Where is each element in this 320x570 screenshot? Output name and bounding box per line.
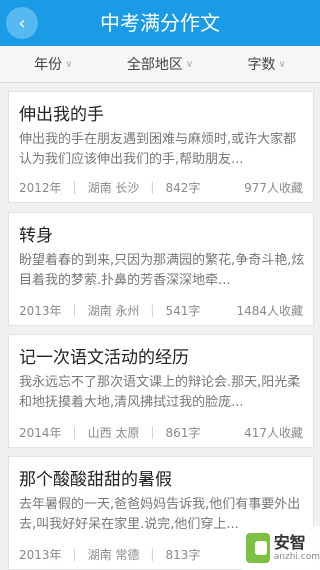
essay-year: 2012年 [19,180,62,195]
essay-meta: 2013年 | 湖南 永州 | 541字 1484人收藏 [19,301,303,319]
essay-favorites: 977人收藏 [244,180,303,195]
app-header: 中考满分作文 ‹ [0,0,320,46]
essay-excerpt: 伸出我的手在朋友遇到困难与麻烦时,或许大家都认为我们应该伸出我们的手,帮助朋友.… [19,132,297,167]
divider: | [150,180,155,194]
divider: | [150,303,155,317]
essay-word-count: 861字 [165,425,201,440]
essay-card[interactable]: 记一次语文活动的经历 我永远忘不了那次语文课上的辩论会.那天,阳光柔和地抚摸着大… [8,334,314,448]
essay-favorites: 417人收藏 [244,425,303,440]
essay-year: 2014年 [19,425,62,440]
divider: | [72,425,77,439]
essay-word-count: 842字 [165,180,201,195]
filter-region-label: 全部地区 [126,57,183,73]
chevron-down-icon: ∨ [278,58,286,70]
divider: | [150,547,155,561]
essay-year: 2013年 [19,303,62,318]
essay-favorites: 1484人收藏 [236,303,303,318]
watermark-text: 安智 anzhi.com [273,533,320,563]
chevron-left-icon: ‹ [18,12,26,34]
chevron-down-icon: ∨ [185,58,194,70]
watermark-domain: anzhi.com [273,552,320,562]
essay-title: 那个酸酸甜甜的暑假 [19,470,172,490]
filter-bar: 年份 ∨ 全部地区 ∨ 字数 ∨ [0,46,320,83]
essay-word-count: 813字 [165,547,201,562]
essay-excerpt: 我永远忘不了那次语文课上的辩论会.那天,阳光柔和地抚摸着大地,清风拂拭过我的脸庞… [19,375,301,410]
divider: | [72,180,77,194]
divider: | [72,303,77,317]
essay-region: 湖南 长沙 [87,180,140,195]
essay-title: 伸出我的手 [19,105,104,125]
essay-region: 湖南 永州 [87,303,140,318]
filter-year[interactable]: 年份 ∨ [0,46,107,82]
essay-card[interactable]: 转身 盼望着春的到来,只因为那满园的繁花,争奇斗艳,炫目着我的梦萦.扑鼻的芳香深… [8,212,314,326]
android-logo-icon [246,533,270,563]
divider: | [72,547,77,561]
chevron-down-icon: ∨ [65,58,73,70]
essay-year: 2013年 [19,547,62,562]
essay-region: 湖南 常德 [87,547,140,562]
essay-meta: 2012年 | 湖南 长沙 | 842字 977人收藏 [19,178,303,196]
essay-meta: 2014年 | 山西 太原 | 861字 417人收藏 [19,423,303,441]
essay-word-count: 541字 [165,303,201,318]
filter-region[interactable]: 全部地区 ∨ [107,46,214,82]
filter-wordcount[interactable]: 字数 ∨ [213,46,320,82]
filter-wordcount-label: 字数 [247,57,276,73]
page-title: 中考满分作文 [100,11,220,35]
essay-card[interactable]: 伸出我的手 伸出我的手在朋友遇到困难与麻烦时,或许大家都认为我们应该伸出我们的手… [8,91,314,203]
essay-title: 记一次语文活动的经历 [19,348,189,368]
anzhi-watermark: 安智 anzhi.com [242,526,320,570]
back-button[interactable]: ‹ [6,7,38,39]
divider: | [150,425,155,439]
essay-region: 山西 太原 [87,425,140,440]
watermark-name: 安智 [273,533,306,552]
essay-excerpt: 盼望着春的到来,只因为那满园的繁花,争奇斗艳,炫目着我的梦萦.扑鼻的芳香深深地牵… [19,253,305,288]
filter-year-label: 年份 [34,57,63,73]
essay-title: 转身 [19,226,53,246]
